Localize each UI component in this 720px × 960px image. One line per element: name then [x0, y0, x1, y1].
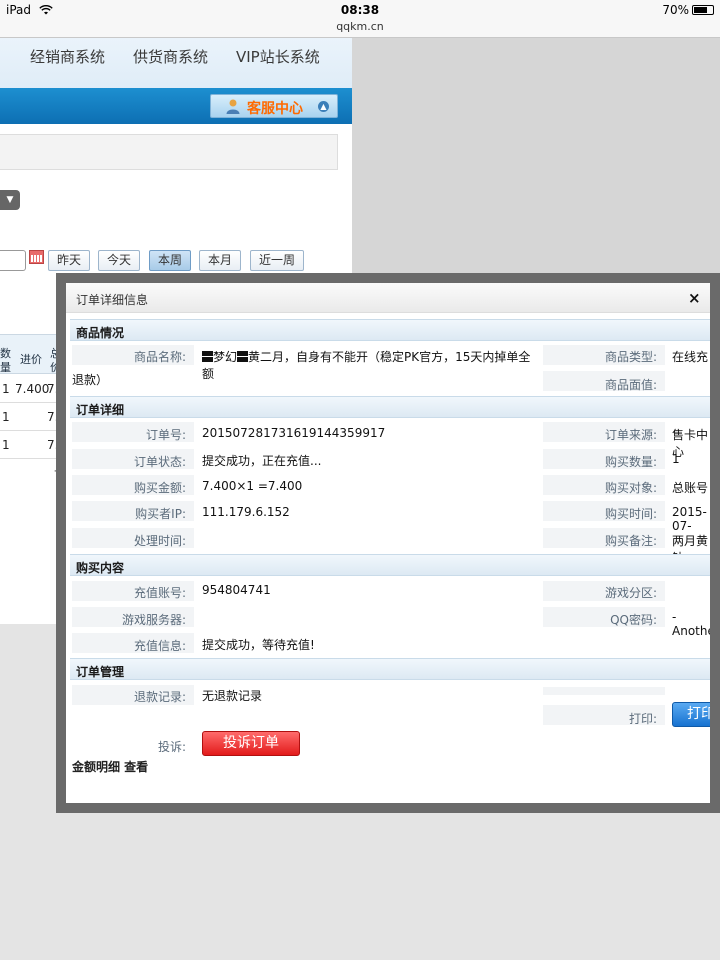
dropdown-arrow-icon[interactable]: ▼ [0, 190, 20, 210]
quick-date-yesterday[interactable]: 昨天 [48, 250, 91, 271]
label-cell [543, 687, 665, 695]
section-order: 订单详细 [70, 396, 710, 418]
cell-qty: 1 [2, 410, 10, 424]
nav-link-supplier[interactable]: 供货商系统 [133, 46, 208, 67]
top-nav: 经销商系统 供货商系统 VIP站长系统 客服中心 ▲ [0, 38, 352, 124]
calendar-icon[interactable] [29, 250, 44, 264]
order-amount-label: 购买金额: [133, 481, 186, 495]
nav-link-distributor[interactable]: 经销商系统 [30, 46, 105, 67]
goods-type-value: 在线充 [672, 350, 709, 364]
address-bar[interactable]: qqkm.cn [0, 20, 720, 33]
section-manage: 订单管理 [70, 658, 710, 680]
order-amount-value: 7.400×1 =7.400 [202, 479, 303, 493]
clock: 08:38 [340, 3, 380, 17]
refund-record-value: 无退款记录 [202, 689, 263, 703]
redacted-mark [237, 351, 249, 362]
redacted-mark [202, 351, 213, 362]
filter-panel [0, 134, 338, 170]
section-goods: 商品情况 [70, 319, 710, 341]
quick-date-today[interactable]: 今天 [98, 250, 141, 271]
goods-name-continued: 退款） [72, 373, 109, 387]
goods-type-label: 商品类型: [604, 350, 657, 364]
goods-name-value: 梦幻 黄二月，自身有不能开（稳定PK官方，15天内掉单全额 [202, 348, 542, 382]
order-target-label: 购买对象: [604, 481, 657, 495]
order-detail-dialog: 订单详细信息 × 商品情况 商品名称: 梦幻 黄二月，自身有不能开（稳定PK官方，… [66, 283, 710, 803]
goods-face-label: 商品面值: [604, 378, 657, 392]
order-qty-label: 购买数量: [604, 455, 657, 469]
section-title: 购买内容 [76, 561, 125, 575]
game-zone-label: 游戏分区: [604, 586, 657, 600]
order-no-value: 20150728173161914435991​7 [202, 426, 386, 440]
col-header-price: 进价 [20, 353, 42, 366]
person-icon [226, 99, 240, 114]
refund-record-label: 退款记录: [133, 690, 186, 704]
col-header-qty: 数量 [0, 347, 11, 374]
order-no-label: 订单号: [145, 428, 186, 442]
close-icon[interactable]: × [688, 289, 701, 307]
battery-indicator: 70% [662, 3, 714, 17]
quick-date-this-month[interactable]: 本月 [199, 250, 242, 271]
service-center-button[interactable]: 客服中心 ▲ [210, 94, 338, 118]
dialog-titlebar: 订单详细信息 × [66, 283, 710, 313]
nav-link-vip[interactable]: VIP站长系统 [236, 46, 320, 67]
order-time-label: 购买时间: [604, 507, 657, 521]
recharge-info-value: 提交成功，等待充值! [202, 638, 315, 652]
qq-password-value: -Another [672, 610, 710, 638]
service-center-label: 客服中心 [247, 101, 303, 117]
game-server-label: 游戏服务器: [121, 613, 186, 627]
print-button[interactable]: 打印 [672, 702, 710, 727]
blue-menu-bar: 客服中心 ▲ [0, 88, 352, 124]
goods-name-part-b: 黄二月，自身有不能开（稳定PK官方，15天内掉单全额 [202, 350, 531, 381]
print-label: 打印: [628, 712, 657, 726]
qq-password-label: QQ密码: [610, 613, 657, 627]
battery-percent: 70% [662, 3, 689, 17]
recharge-info-label: 充值信息: [133, 639, 186, 653]
amount-detail-link[interactable]: 金额明细 查看 [72, 758, 148, 775]
status-bar: iPad 08:38 qqkm.cn 70% [0, 0, 720, 38]
goods-name-part-a: 梦幻 [213, 350, 238, 364]
complain-order-button[interactable]: 投诉订单 [202, 731, 300, 756]
battery-icon [692, 5, 714, 15]
dialog-title: 订单详细信息 [76, 293, 149, 307]
complain-label: 投诉: [157, 740, 186, 754]
quick-date-this-week[interactable]: 本周 [149, 250, 192, 271]
cell-qty: 1 [2, 438, 10, 452]
order-status-value: 提交成功，正在充值... [202, 454, 322, 468]
cell-price: 7.400 [15, 382, 50, 396]
buyer-ip-label: 购买者IP: [135, 507, 186, 521]
date-input[interactable] [0, 250, 26, 271]
order-time-value: 2015-07- [672, 505, 707, 533]
quick-date-last-week[interactable]: 近一周 [250, 250, 305, 271]
section-title: 订单管理 [76, 665, 125, 679]
order-remark-label: 购买备注: [604, 534, 657, 548]
buyer-ip-value: 111.179.6.152 [202, 505, 290, 519]
section-purchase: 购买内容 [70, 554, 710, 576]
goods-name-label: 商品名称: [133, 350, 186, 364]
order-source-label: 订单来源: [604, 428, 657, 442]
process-time-label: 处理时间: [133, 534, 186, 548]
collapse-up-icon[interactable]: ▲ [318, 101, 329, 112]
recharge-account-value: 954804741 [202, 583, 271, 597]
recharge-account-label: 充值账号: [133, 586, 186, 600]
section-title: 订单详细 [76, 403, 125, 417]
order-status-label: 订单状态: [133, 455, 186, 469]
order-qty-value: 1 [672, 452, 680, 466]
order-target-value: 总账号 [672, 481, 709, 495]
cell-qty: 1 [2, 382, 10, 396]
section-title: 商品情况 [76, 326, 125, 340]
